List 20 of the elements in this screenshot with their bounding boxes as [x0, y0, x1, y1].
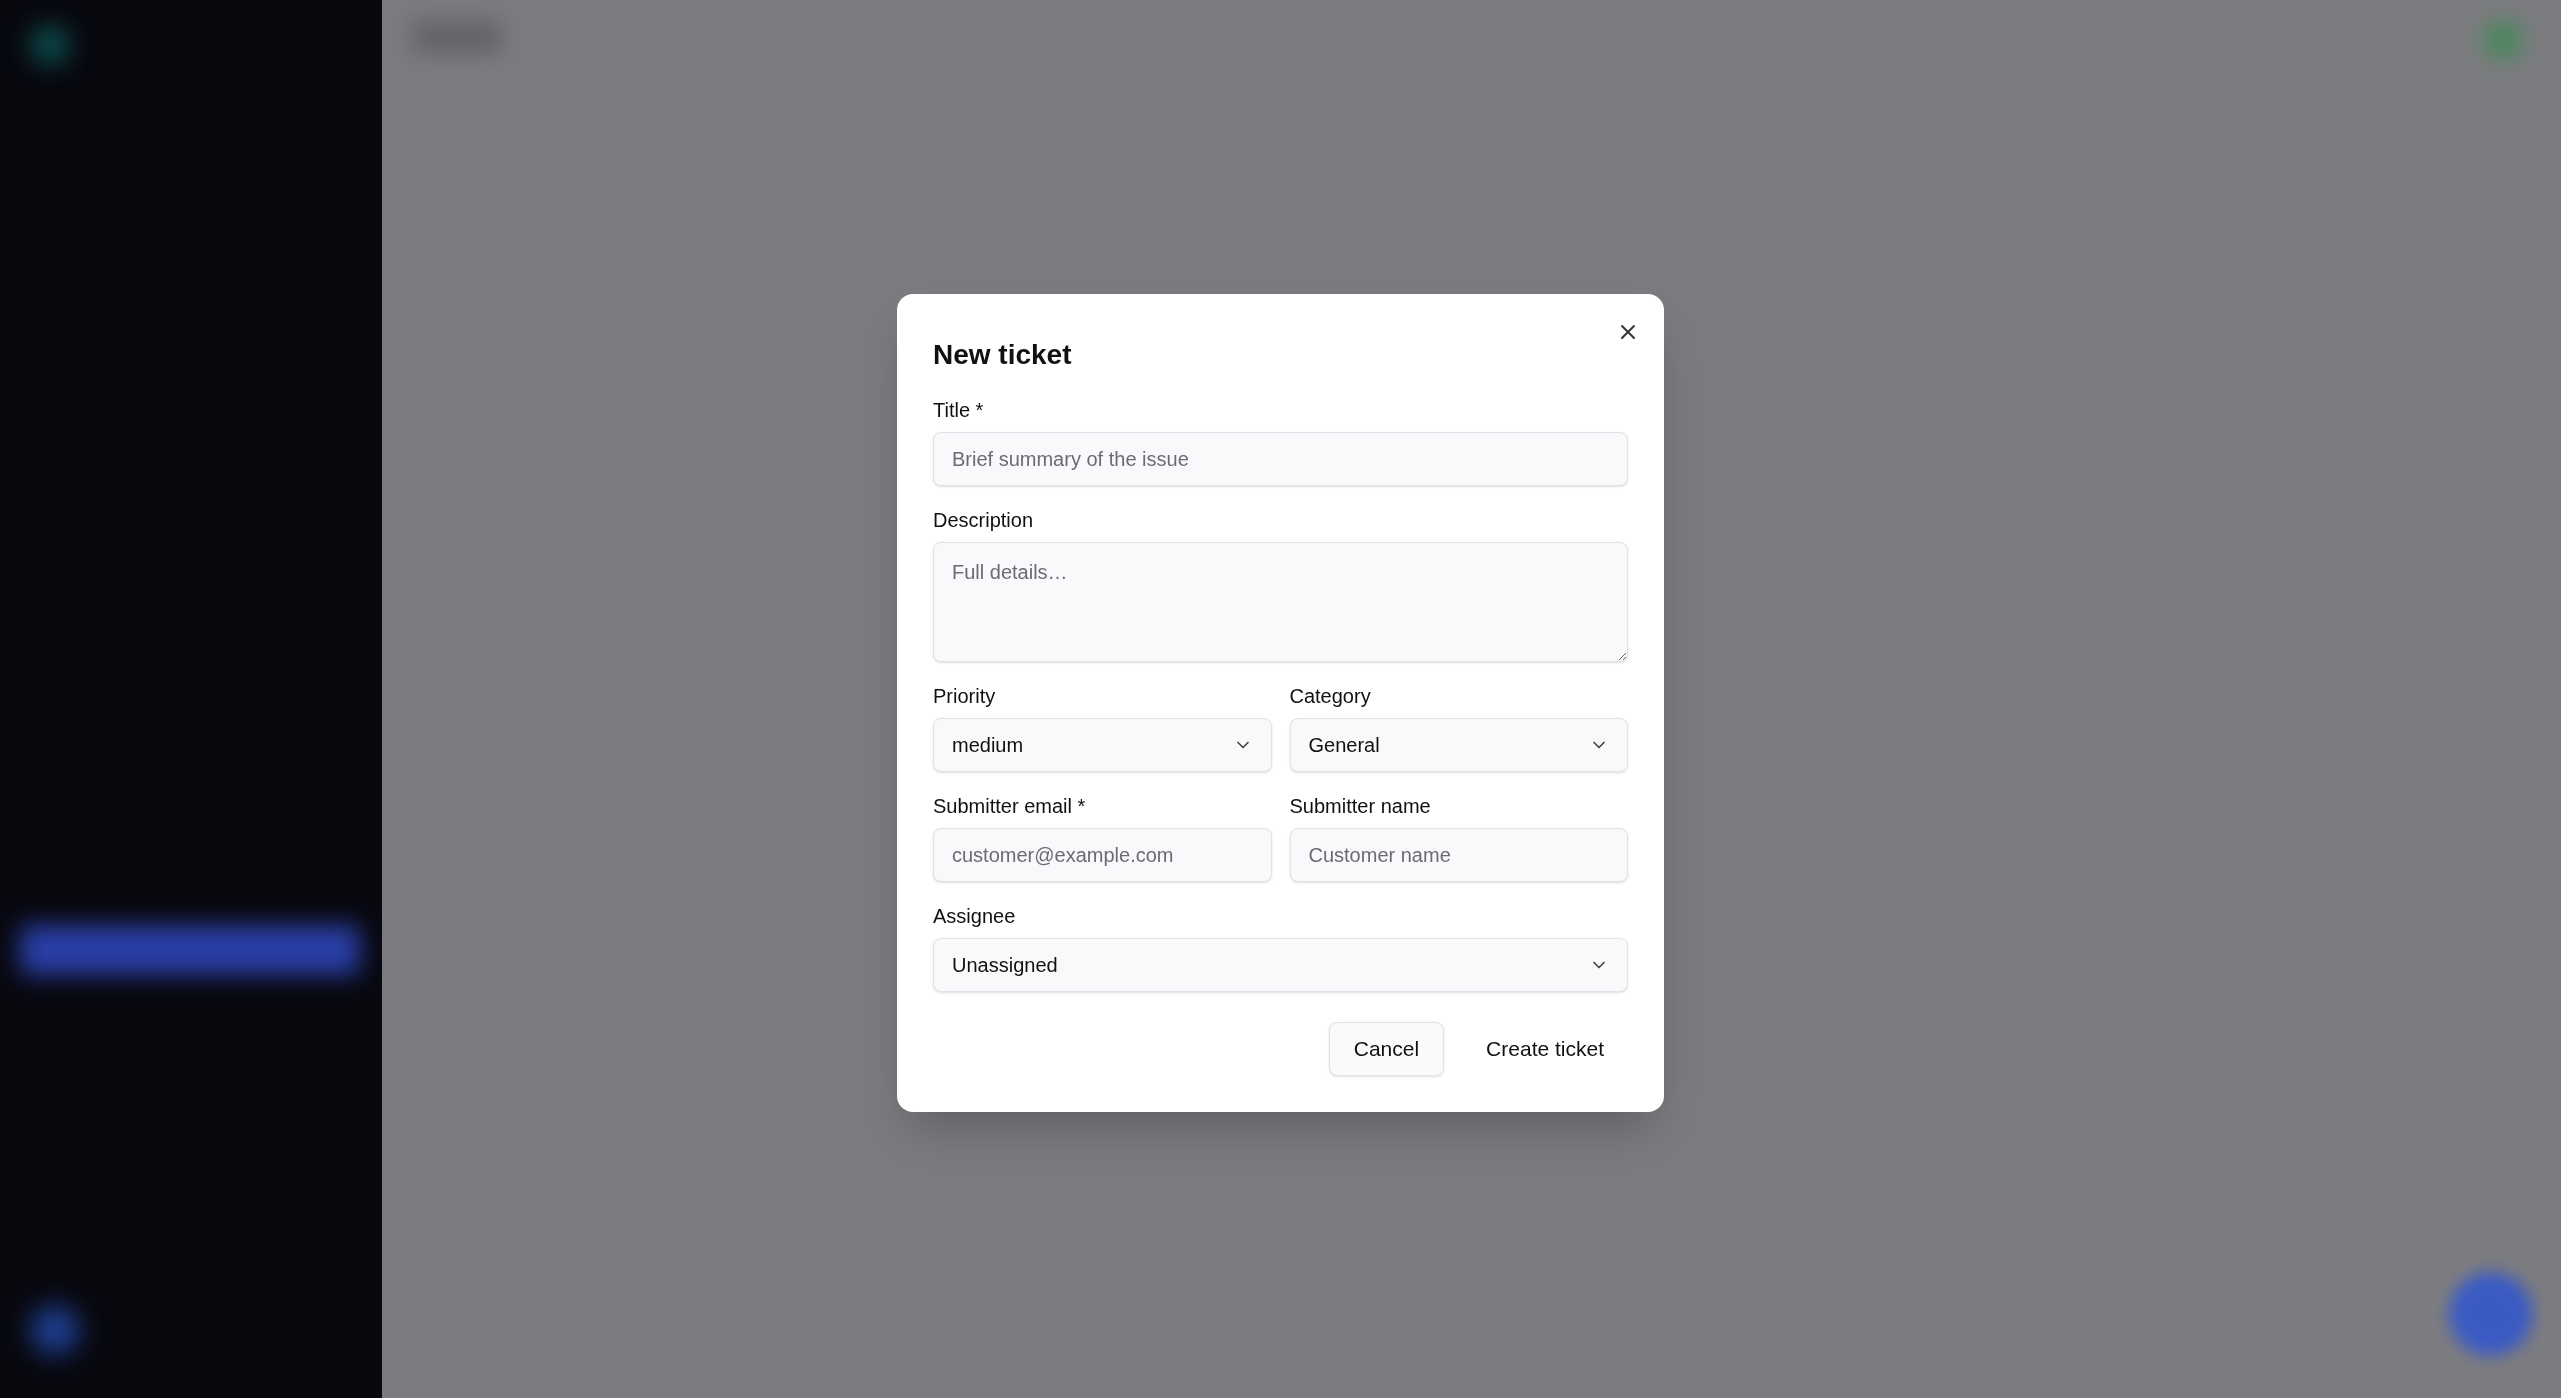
field-label: Priority	[933, 684, 997, 708]
field-label: Category	[1289, 684, 1372, 708]
dialog-button[interactable]: Create ticket	[1462, 1022, 1628, 1076]
field-label: Submitter name	[1289, 794, 1432, 818]
select-value: General	[1308, 733, 1380, 758]
input-field[interactable]: Brief summary of the issue	[933, 432, 1628, 486]
input-field[interactable]: customer@example.com	[933, 828, 1272, 882]
select-field[interactable]: General	[1289, 718, 1628, 772]
select-field[interactable]: Unassigned	[933, 938, 1628, 992]
dialog-button[interactable]: Cancel	[1328, 1022, 1445, 1076]
input-field[interactable]: Customer name	[1289, 828, 1628, 882]
field-label: Assignee	[933, 904, 1017, 928]
dialog-title: New ticket	[933, 338, 1072, 372]
description-field[interactable]: Full details…	[933, 542, 1628, 662]
select-field[interactable]: medium	[933, 718, 1272, 772]
field-label: Title *	[933, 398, 985, 422]
select-value: Unassigned	[952, 953, 1058, 978]
field-label: Description	[933, 508, 1035, 532]
field-label: Submitter email *	[933, 794, 1087, 818]
select-value: medium	[952, 733, 1024, 758]
